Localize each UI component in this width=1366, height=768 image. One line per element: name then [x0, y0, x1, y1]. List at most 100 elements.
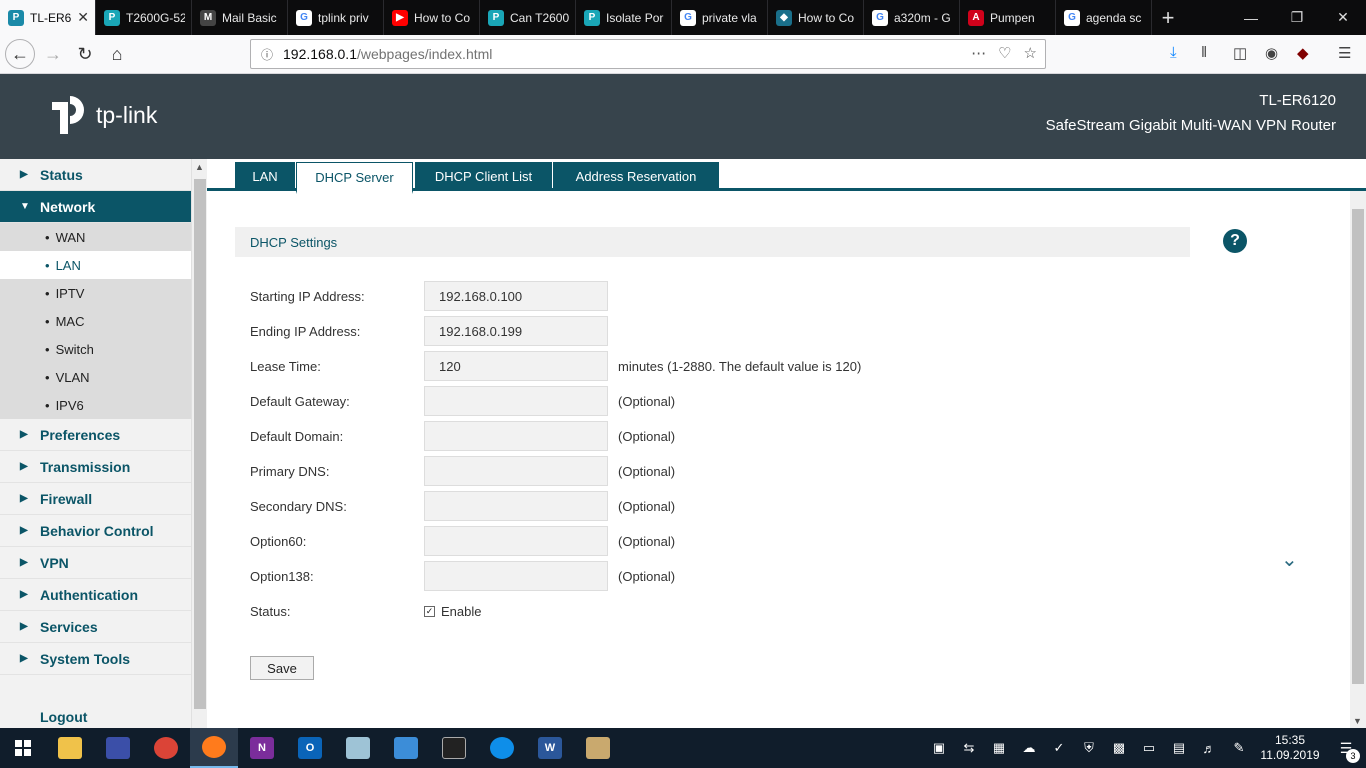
taskbar-explorer-icon[interactable]: [46, 728, 94, 768]
sidebar-scrollbar[interactable]: ▲: [191, 159, 207, 728]
browser-tab[interactable]: Ga320m - G: [864, 0, 960, 35]
sidebar-menu-item[interactable]: ▶ Services: [0, 611, 191, 643]
sidebar-menu-item[interactable]: ▶ System Tools: [0, 643, 191, 675]
taskbar-remote-desktop-icon[interactable]: [382, 728, 430, 768]
field-input[interactable]: [424, 561, 608, 591]
content-scroll-thumb[interactable]: [1352, 209, 1364, 684]
sidebar-menu-item[interactable]: ▶ VPN: [0, 547, 191, 579]
sidebar-menu-item[interactable]: ▶ Preferences: [0, 419, 191, 451]
close-tab-icon[interactable]: ✕: [77, 9, 89, 26]
sidebar-sub-item[interactable]: • IPV6: [0, 391, 191, 419]
pocket-icon[interactable]: ♡: [998, 44, 1011, 62]
taskbar-outlook-icon[interactable]: O: [286, 728, 334, 768]
sidebar-menu-item[interactable]: ▶ Behavior Control: [0, 515, 191, 547]
taskbar-terminal-icon[interactable]: [430, 728, 478, 768]
clock[interactable]: 15:35 11.09.2019: [1254, 733, 1326, 763]
field-input[interactable]: [424, 386, 608, 416]
taskbar-paint-icon[interactable]: [574, 728, 622, 768]
tray-sync-icon[interactable]: ✓: [1044, 740, 1074, 756]
sidebar-sub-item[interactable]: • Switch: [0, 335, 191, 363]
scroll-down-icon[interactable]: ▼: [1353, 716, 1362, 726]
browser-tab[interactable]: M Mail Basic: [192, 0, 288, 35]
tray-teamviewer-icon[interactable]: ⇆: [954, 740, 984, 756]
field-input[interactable]: [424, 491, 608, 521]
back-icon[interactable]: ←: [5, 39, 35, 69]
browser-tab[interactable]: Gprivate vla: [672, 0, 768, 35]
url-bar[interactable]: ⓘ 192.168.0.1/webpages/index.html ⋯ ♡ ☆: [250, 39, 1046, 69]
save-button[interactable]: Save: [250, 656, 314, 680]
sidebar-menu-item[interactable]: ▶ Authentication: [0, 579, 191, 611]
chevron-down-icon[interactable]: ⌄: [1281, 547, 1298, 572]
field-input[interactable]: 120: [424, 351, 608, 381]
sidebar-sub-item[interactable]: • VLAN: [0, 363, 191, 391]
sidebar-sub-item[interactable]: • LAN: [0, 251, 191, 279]
sidebar-scroll-thumb[interactable]: [194, 179, 206, 709]
reload-icon[interactable]: ↻: [70, 40, 100, 68]
network-icon[interactable]: ▤: [1164, 740, 1194, 756]
pen-icon[interactable]: ✎: [1224, 740, 1254, 756]
taskbar-notepad-icon[interactable]: [334, 728, 382, 768]
sidebar-sub-item[interactable]: • IPTV: [0, 279, 191, 307]
help-icon[interactable]: ?: [1223, 229, 1247, 253]
account-icon[interactable]: ◉: [1265, 44, 1278, 62]
taskbar-word-icon[interactable]: W: [526, 728, 574, 768]
sidebar-menu-item[interactable]: ▶ Firewall: [0, 483, 191, 515]
page-actions-icon[interactable]: ⋯: [971, 44, 986, 62]
ublock-icon[interactable]: ◆: [1297, 44, 1309, 62]
browser-tab[interactable]: P T2600G-52: [96, 0, 192, 35]
home-icon[interactable]: ⌂: [102, 40, 132, 68]
bookmark-star-icon[interactable]: ☆: [1024, 44, 1037, 62]
field-input[interactable]: 192.168.0.199: [424, 316, 608, 346]
field-input[interactable]: [424, 526, 608, 556]
windows-start-icon[interactable]: [0, 728, 46, 768]
taskbar-teamviewer-icon[interactable]: [478, 728, 526, 768]
sidebar-toggle-icon[interactable]: ◫: [1233, 44, 1247, 62]
taskbar-save-icon[interactable]: [94, 728, 142, 768]
tray-app-icon[interactable]: ▣: [924, 740, 954, 756]
taskbar-chrome-icon[interactable]: [142, 728, 190, 768]
browser-tab[interactable]: Gtplink priv: [288, 0, 384, 35]
browser-tab[interactable]: P TL-ER6120 ✕: [0, 0, 96, 35]
taskbar-firefox-icon[interactable]: [190, 728, 238, 768]
taskbar-onenote-icon[interactable]: N: [238, 728, 286, 768]
download-icon[interactable]: ⤓: [1170, 44, 1177, 61]
browser-tab[interactable]: ▶ How to Co: [384, 0, 480, 35]
menu-icon[interactable]: ☰: [1338, 44, 1351, 62]
tray-apps-icon[interactable]: ▩: [1104, 740, 1134, 756]
content-tab[interactable]: DHCP Server: [296, 162, 413, 194]
battery-icon[interactable]: ▭: [1134, 740, 1164, 756]
library-icon[interactable]: ‖: [1201, 44, 1207, 61]
browser-tab[interactable]: ◆ How to Co: [768, 0, 864, 35]
content-tab[interactable]: Address Reservation: [553, 162, 719, 191]
volume-icon[interactable]: ♬: [1194, 741, 1224, 756]
content-tab[interactable]: DHCP Client List: [415, 162, 552, 191]
sidebar-menu-item[interactable]: ▶ Status: [0, 159, 191, 191]
content-scrollbar[interactable]: ▼: [1350, 191, 1366, 728]
field-input[interactable]: [424, 421, 608, 451]
minimize-icon[interactable]: —: [1228, 0, 1274, 35]
logout-link[interactable]: Logout: [40, 709, 87, 725]
notifications-icon[interactable]: ☰ 3: [1326, 740, 1366, 763]
sidebar-menu-item[interactable]: ▼ Network: [0, 191, 191, 223]
new-tab-icon[interactable]: +: [1152, 0, 1184, 35]
sidebar-sub-item[interactable]: • WAN: [0, 223, 191, 251]
restore-icon[interactable]: ❐: [1274, 0, 1320, 35]
enable-label[interactable]: Enable: [441, 604, 481, 619]
browser-tab[interactable]: P Isolate Por: [576, 0, 672, 35]
browser-tab[interactable]: Gagenda sc: [1056, 0, 1152, 35]
scroll-up-icon[interactable]: ▲: [195, 162, 204, 172]
tray-nx-icon[interactable]: ▦: [984, 740, 1014, 756]
forward-icon[interactable]: →: [38, 40, 68, 68]
sidebar-sub-item[interactable]: • MAC: [0, 307, 191, 335]
tray-shield-icon[interactable]: ⛨: [1074, 740, 1104, 756]
sidebar-menu-item[interactable]: ▶ Transmission: [0, 451, 191, 483]
close-window-icon[interactable]: ✕: [1320, 0, 1366, 35]
tray-cloud-icon[interactable]: ☁: [1014, 740, 1044, 756]
field-input[interactable]: [424, 456, 608, 486]
browser-tab[interactable]: P Can T2600: [480, 0, 576, 35]
field-input[interactable]: 192.168.0.100: [424, 281, 608, 311]
browser-tab[interactable]: A Pumpen: [960, 0, 1056, 35]
content-tab[interactable]: LAN: [235, 162, 295, 191]
enable-checkbox[interactable]: ✓: [424, 605, 435, 617]
info-icon[interactable]: ⓘ: [261, 46, 273, 63]
